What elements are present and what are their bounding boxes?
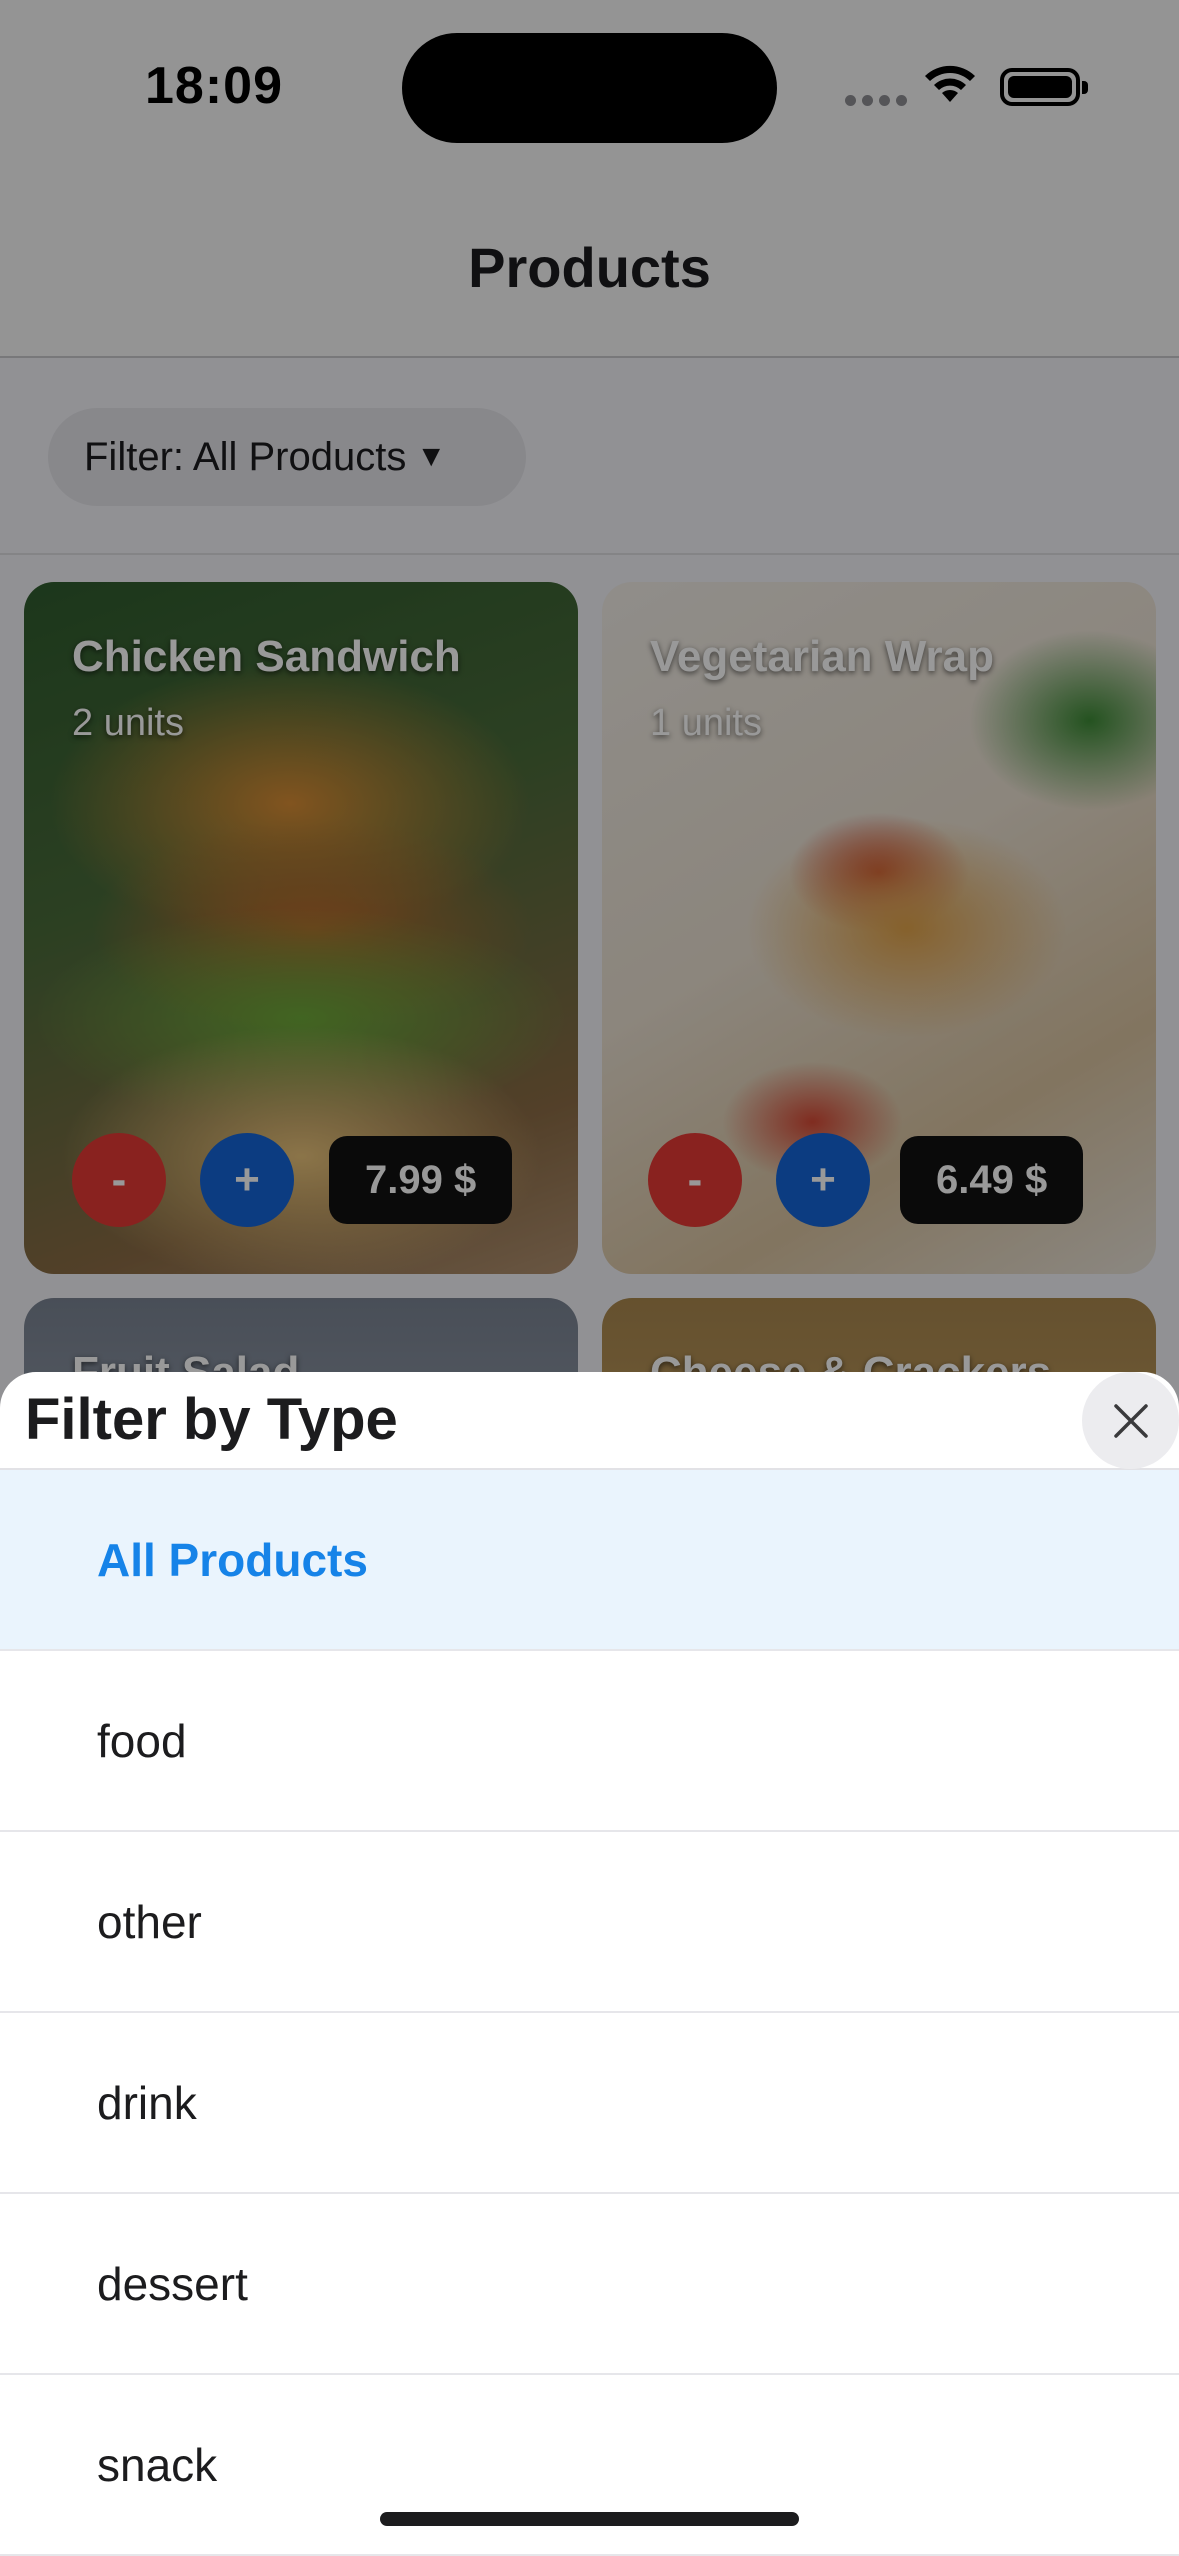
filter-option-all-products[interactable]: All Products (0, 1470, 1179, 1651)
filter-option-list: All Products food other drink dessert sn… (0, 1470, 1179, 2556)
home-indicator[interactable] (380, 2512, 799, 2526)
sheet-title: Filter by Type (25, 1387, 398, 1452)
filter-option-snack[interactable]: snack (0, 2375, 1179, 2556)
filter-option-food[interactable]: food (0, 1651, 1179, 1832)
sheet-header: Filter by Type (0, 1372, 1179, 1470)
filter-option-drink[interactable]: drink (0, 2013, 1179, 2194)
filter-option-other[interactable]: other (0, 1832, 1179, 2013)
close-button[interactable] (1082, 1372, 1179, 1469)
close-icon (1113, 1403, 1148, 1438)
filter-sheet: Filter by Type All Products food other d… (0, 1372, 1179, 2556)
filter-option-dessert[interactable]: dessert (0, 2194, 1179, 2375)
